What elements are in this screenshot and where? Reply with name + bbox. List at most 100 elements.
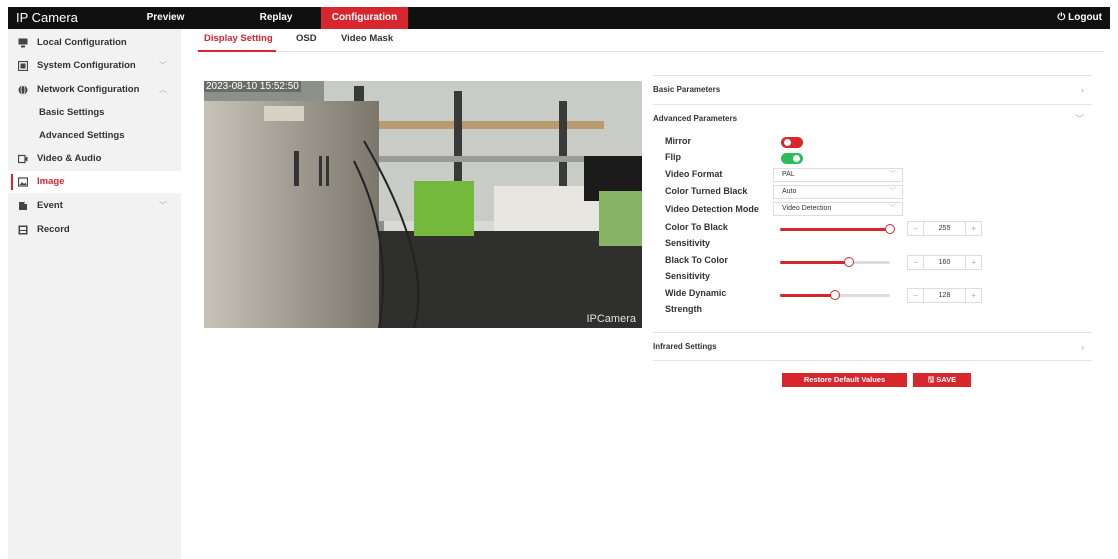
sidebar-item-local-configuration[interactable]: Local Configuration — [8, 32, 181, 54]
flip-toggle[interactable] — [781, 153, 803, 164]
stepper-value[interactable]: 160 — [924, 256, 965, 269]
video-timestamp: 2023-08-10 15:52:50 — [204, 81, 301, 92]
decrement-button[interactable]: − — [908, 222, 924, 235]
chevron-down-icon: ﹀ — [1074, 114, 1084, 124]
sidebar-item-advanced-settings[interactable]: Advanced Settings — [8, 125, 181, 147]
slider-thumb[interactable] — [844, 257, 855, 267]
basic-parameters-header[interactable]: Basic Parameters › — [653, 75, 1092, 103]
tab-osd[interactable]: OSD — [296, 33, 317, 44]
color-turned-black-label: Color Turned Black — [665, 186, 748, 196]
color-to-black-label: Color To Black — [665, 222, 728, 232]
sidebar-item-label: Image — [37, 176, 65, 187]
system-icon — [18, 61, 28, 71]
black-to-color-label: Black To Color — [665, 255, 728, 265]
video-watermark: IPCamera — [586, 313, 636, 325]
advanced-parameters-header[interactable]: Advanced Parameters ﹀ — [653, 104, 1092, 132]
monitor-icon — [18, 38, 28, 48]
sidebar-item-label: Record — [37, 224, 70, 235]
color-to-black-stepper[interactable]: − 255 + — [907, 221, 982, 236]
video-audio-icon — [18, 154, 28, 164]
event-icon — [19, 202, 27, 210]
tab-replay[interactable]: Replay — [220, 7, 332, 29]
logout-button[interactable]: ⏻ Logout — [1057, 7, 1102, 29]
black-to-color-label-line2: Sensitivity — [665, 271, 711, 281]
chevron-down-icon: ﹀ — [889, 205, 896, 212]
logout-label: Logout — [1068, 12, 1102, 23]
decrement-button[interactable]: − — [908, 289, 924, 302]
wide-dynamic-stepper[interactable]: − 128 + — [907, 288, 982, 303]
app-title: IP Camera — [16, 10, 78, 25]
sidebar-item-label: Video & Audio — [37, 153, 102, 164]
select-value: PAL — [782, 171, 795, 178]
chevron-right-icon: › — [1081, 85, 1084, 95]
video-format-select[interactable]: PAL ﹀ — [773, 168, 903, 182]
slider-fill — [780, 261, 850, 264]
save-label: SAVE — [936, 375, 957, 384]
chevron-down-icon: ﹀ — [159, 201, 167, 210]
sidebar-item-label: Local Configuration — [37, 37, 127, 48]
select-value: Auto — [782, 188, 797, 195]
increment-button[interactable]: + — [965, 222, 981, 235]
save-icon: 🖫 — [927, 375, 935, 384]
sidebar-item-video-audio[interactable]: Video & Audio — [8, 148, 181, 170]
save-button[interactable]: 🖫 SAVE — [913, 373, 971, 387]
image-icon — [18, 177, 28, 187]
video-format-label: Video Format — [665, 169, 723, 179]
sidebar-item-basic-settings[interactable]: Basic Settings — [8, 102, 181, 124]
stepper-value[interactable]: 128 — [924, 289, 965, 302]
slider-fill — [780, 294, 835, 297]
black-to-color-stepper[interactable]: − 160 + — [907, 255, 982, 270]
slider-fill — [780, 228, 890, 231]
sidebar-item-event[interactable]: Event ﹀ — [8, 195, 181, 217]
select-value: Video Detection — [782, 205, 832, 212]
tab-preview[interactable]: Preview — [108, 7, 223, 29]
color-turned-black-select[interactable]: Auto ﹀ — [773, 185, 903, 199]
tab-video-mask[interactable]: Video Mask — [341, 33, 393, 44]
sidebar-item-label: System Configuration — [37, 60, 136, 71]
restore-default-button[interactable]: Restore Default Values — [782, 373, 907, 387]
stepper-value[interactable]: 255 — [924, 222, 965, 235]
camera-scene — [204, 81, 642, 328]
increment-button[interactable]: + — [965, 256, 981, 269]
sidebar-item-record[interactable]: Record — [8, 219, 181, 241]
sidebar-item-network-configuration[interactable]: Network Configuration ︿ — [8, 79, 181, 101]
black-to-color-slider[interactable] — [780, 257, 890, 267]
slider-thumb[interactable] — [885, 224, 895, 234]
section-title: Basic Parameters — [653, 85, 721, 94]
chevron-down-icon: ﹀ — [889, 171, 896, 178]
sidebar-item-system-configuration[interactable]: System Configuration ﹀ — [8, 55, 181, 77]
top-navigation-bar: IP Camera Preview Replay Configuration ⏻… — [8, 7, 1110, 29]
sidebar-item-label: Advanced Settings — [39, 130, 125, 141]
mirror-toggle[interactable] — [781, 137, 803, 148]
sidebar-item-label: Basic Settings — [39, 107, 105, 118]
chevron-up-icon: ︿ — [159, 85, 167, 94]
chevron-down-icon: ﹀ — [159, 61, 167, 70]
sidebar-item-image[interactable]: Image — [8, 171, 181, 193]
tab-configuration[interactable]: Configuration — [321, 7, 408, 29]
wide-dynamic-label-line2: Strength — [665, 304, 702, 314]
increment-button[interactable]: + — [965, 289, 981, 302]
slider-thumb[interactable] — [830, 290, 840, 300]
tab-display-setting[interactable]: Display Setting — [204, 33, 273, 44]
divider — [653, 360, 1092, 361]
wide-dynamic-slider[interactable] — [780, 290, 890, 300]
record-icon — [18, 225, 28, 235]
tab-divider — [196, 51, 1104, 52]
globe-icon — [18, 85, 28, 95]
infrared-settings-header[interactable]: Infrared Settings › — [653, 332, 1092, 360]
video-preview: 2023-08-10 15:52:50 IPCamera — [204, 81, 642, 328]
video-detection-mode-select[interactable]: Video Detection ﹀ — [773, 202, 903, 216]
sidebar-item-label: Event — [37, 200, 63, 211]
mirror-label: Mirror — [665, 136, 692, 146]
color-to-black-slider[interactable] — [780, 224, 895, 234]
wide-dynamic-label: Wide Dynamic — [665, 288, 727, 298]
section-title: Infrared Settings — [653, 342, 717, 351]
section-title: Advanced Parameters — [653, 114, 738, 123]
chevron-right-icon: › — [1081, 342, 1084, 352]
chevron-down-icon: ﹀ — [889, 188, 896, 195]
color-to-black-label-line2: Sensitivity — [665, 238, 711, 248]
power-icon: ⏻ — [1057, 12, 1066, 23]
decrement-button[interactable]: − — [908, 256, 924, 269]
sidebar: Local Configuration System Configuration… — [8, 29, 181, 559]
active-tab-indicator — [198, 50, 276, 52]
